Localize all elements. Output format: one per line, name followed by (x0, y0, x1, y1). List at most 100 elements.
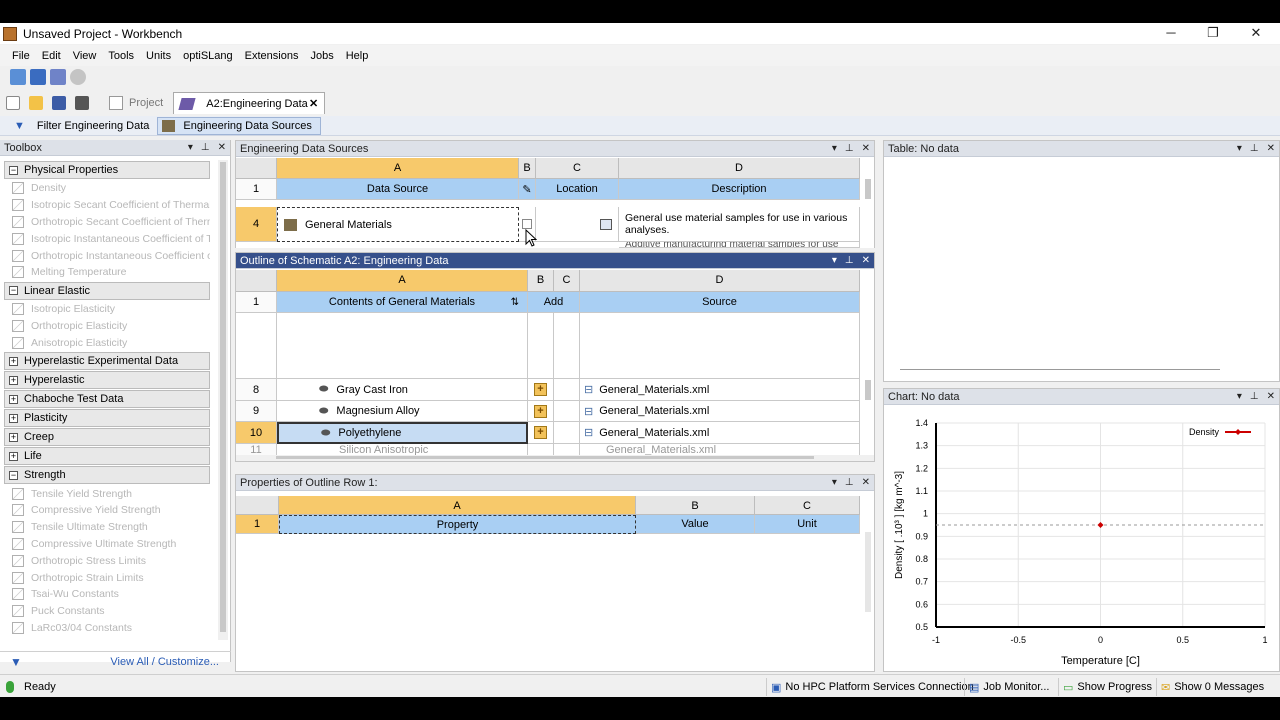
toolbox-group-life[interactable]: + Life (4, 447, 210, 466)
menu-help[interactable]: Help (340, 50, 375, 62)
pin-icon[interactable]: ⊥ (201, 140, 210, 156)
close-icon[interactable]: ✕ (218, 140, 226, 156)
dropdown-icon[interactable]: ▾ (188, 140, 193, 156)
outline-scrollbar[interactable] (865, 380, 871, 400)
toolbox-item[interactable]: Compressive Yield Strength (0, 502, 210, 519)
expand-icon[interactable]: + (9, 451, 18, 461)
column-header-a[interactable]: A (279, 496, 636, 515)
expand-icon[interactable]: + (9, 413, 18, 423)
close-icon[interactable]: ✕ (862, 141, 870, 157)
dropdown-icon[interactable]: ▾ (832, 475, 837, 491)
stop-icon[interactable] (70, 69, 86, 85)
location-cell[interactable] (536, 207, 619, 242)
toolbox-item[interactable]: Orthotropic Elasticity (0, 318, 210, 335)
toolbox-item[interactable]: Isotropic Instantaneous Coefficient of T… (0, 230, 210, 247)
column-header-d[interactable]: D (580, 270, 860, 292)
dropdown-icon[interactable]: ▾ (1237, 389, 1242, 405)
menu-units[interactable]: Units (140, 50, 177, 62)
pin-icon[interactable]: ⊥ (845, 141, 854, 157)
refresh-project-icon[interactable] (10, 69, 26, 85)
update-all-icon[interactable] (50, 69, 66, 85)
pin-icon[interactable]: ⊥ (845, 475, 854, 491)
dropdown-icon[interactable]: ▾ (832, 253, 837, 269)
menu-file[interactable]: File (0, 50, 36, 62)
new-icon[interactable] (6, 96, 20, 110)
toolbox-group-hyperelastic[interactable]: + Hyperelastic (4, 371, 210, 390)
column-header-a[interactable]: A (277, 270, 528, 292)
toolbox-group-physical-properties[interactable]: − Physical Properties (4, 161, 210, 179)
open-icon[interactable] (29, 96, 43, 110)
material-row-selected[interactable]: ⬬ Polyethylene (277, 422, 528, 444)
toolbox-item[interactable]: Density (0, 180, 210, 197)
close-icon[interactable]: ✕ (1267, 141, 1275, 157)
close-icon[interactable]: ✕ (1267, 389, 1275, 405)
minimize-button[interactable]: ─ (1161, 25, 1181, 41)
toolbox-group-creep[interactable]: + Creep (4, 428, 210, 447)
column-header-d[interactable]: D (619, 158, 860, 179)
toolbox-item[interactable]: Isotropic Secant Coefficient of Thermal … (0, 197, 210, 214)
job-monitor-button[interactable]: ▤ Job Monitor... (964, 678, 1053, 696)
toolbox-group-linear-elastic[interactable]: − Linear Elastic (4, 281, 210, 300)
show-progress-button[interactable]: ▭ Show Progress (1058, 678, 1156, 696)
toolbox-item[interactable]: Isotropic Elasticity (0, 301, 210, 318)
column-header-c[interactable]: C (755, 496, 860, 515)
column-header-c[interactable]: C (554, 270, 580, 292)
expand-icon[interactable]: + (9, 356, 18, 366)
toolbox-group-strength[interactable]: − Strength (4, 466, 210, 485)
toolbox-item[interactable]: Orthotropic Secant Coefficient of Therma… (0, 214, 210, 231)
general-materials-row[interactable]: General Materials (277, 207, 519, 242)
toolbox-item[interactable]: Compressive Ultimate Strength (0, 536, 210, 553)
restore-button[interactable]: ❐ (1203, 25, 1223, 41)
save-as-icon[interactable] (75, 96, 89, 110)
close-button[interactable]: ✕ (1246, 25, 1266, 41)
pin-icon[interactable]: ⊥ (845, 253, 854, 269)
expand-icon[interactable]: + (9, 375, 18, 385)
outline-hscrollbar[interactable] (236, 455, 874, 461)
close-icon[interactable]: ✕ (862, 475, 870, 491)
menu-optislang[interactable]: optiSLang (177, 50, 239, 62)
add-icon[interactable]: + (534, 426, 547, 439)
hpc-connection-button[interactable]: ▣ No HPC Platform Services Connection (766, 678, 978, 696)
toolbox-scrollbar[interactable] (218, 160, 228, 640)
menu-edit[interactable]: Edit (36, 50, 67, 62)
show-messages-button[interactable]: ✉ Show 0 Messages (1156, 678, 1268, 696)
toolbox-item[interactable]: Orthotropic Strain Limits (0, 569, 210, 586)
toolbox-item[interactable]: Anisotropic Elasticity (0, 334, 210, 351)
save-icon[interactable] (52, 96, 66, 110)
toolbox-item[interactable]: LaRc03/04 Constants (0, 620, 210, 637)
column-header-b[interactable]: B (636, 496, 755, 515)
column-header-c[interactable]: C (536, 158, 619, 179)
collapse-icon[interactable]: − (9, 165, 18, 175)
sort-icon[interactable]: ⇅ (511, 297, 519, 308)
collapse-icon[interactable]: − (9, 470, 18, 480)
add-cell[interactable]: + (528, 379, 554, 401)
add-icon[interactable]: + (534, 404, 547, 418)
toolbox-item[interactable]: Orthotropic Stress Limits (0, 552, 210, 569)
filter-icon[interactable]: ▼ (10, 655, 22, 669)
add-cell[interactable]: + (528, 401, 554, 422)
update-project-icon[interactable] (30, 69, 46, 85)
toolbox-group-plasticity[interactable]: + Plasticity (4, 409, 210, 428)
scrollbar-thumb[interactable] (276, 456, 814, 459)
toolbox-item[interactable]: Melting Temperature (0, 264, 210, 281)
eds-scrollbar[interactable] (865, 179, 871, 199)
filter-engineering-data-button[interactable]: ▼ Filter Engineering Data (0, 120, 157, 132)
dropdown-icon[interactable]: ▾ (832, 141, 837, 157)
toolbox-item[interactable]: Tensile Yield Strength (0, 485, 210, 502)
pin-icon[interactable]: ⊥ (1250, 141, 1259, 157)
toolbox-item[interactable]: Tsai-Wu Constants (0, 586, 210, 603)
scrollbar-thumb[interactable] (220, 162, 226, 632)
column-header-b[interactable]: B (519, 158, 536, 179)
column-header-a[interactable]: A (277, 158, 519, 179)
add-icon[interactable]: + (534, 383, 547, 396)
close-tab-icon[interactable]: ✕ (309, 97, 318, 110)
checkbox-icon[interactable] (522, 219, 532, 229)
menu-tools[interactable]: Tools (102, 50, 140, 62)
column-header-b[interactable]: B (528, 270, 554, 292)
material-row[interactable]: ⬬ Gray Cast Iron (277, 379, 528, 401)
tab-engineering-data[interactable]: A2:Engineering Data ✕ (173, 92, 326, 114)
menu-jobs[interactable]: Jobs (304, 50, 339, 62)
dropdown-icon[interactable]: ▾ (1237, 141, 1242, 157)
add-cell[interactable]: + (528, 422, 554, 444)
expand-icon[interactable]: + (9, 394, 18, 404)
